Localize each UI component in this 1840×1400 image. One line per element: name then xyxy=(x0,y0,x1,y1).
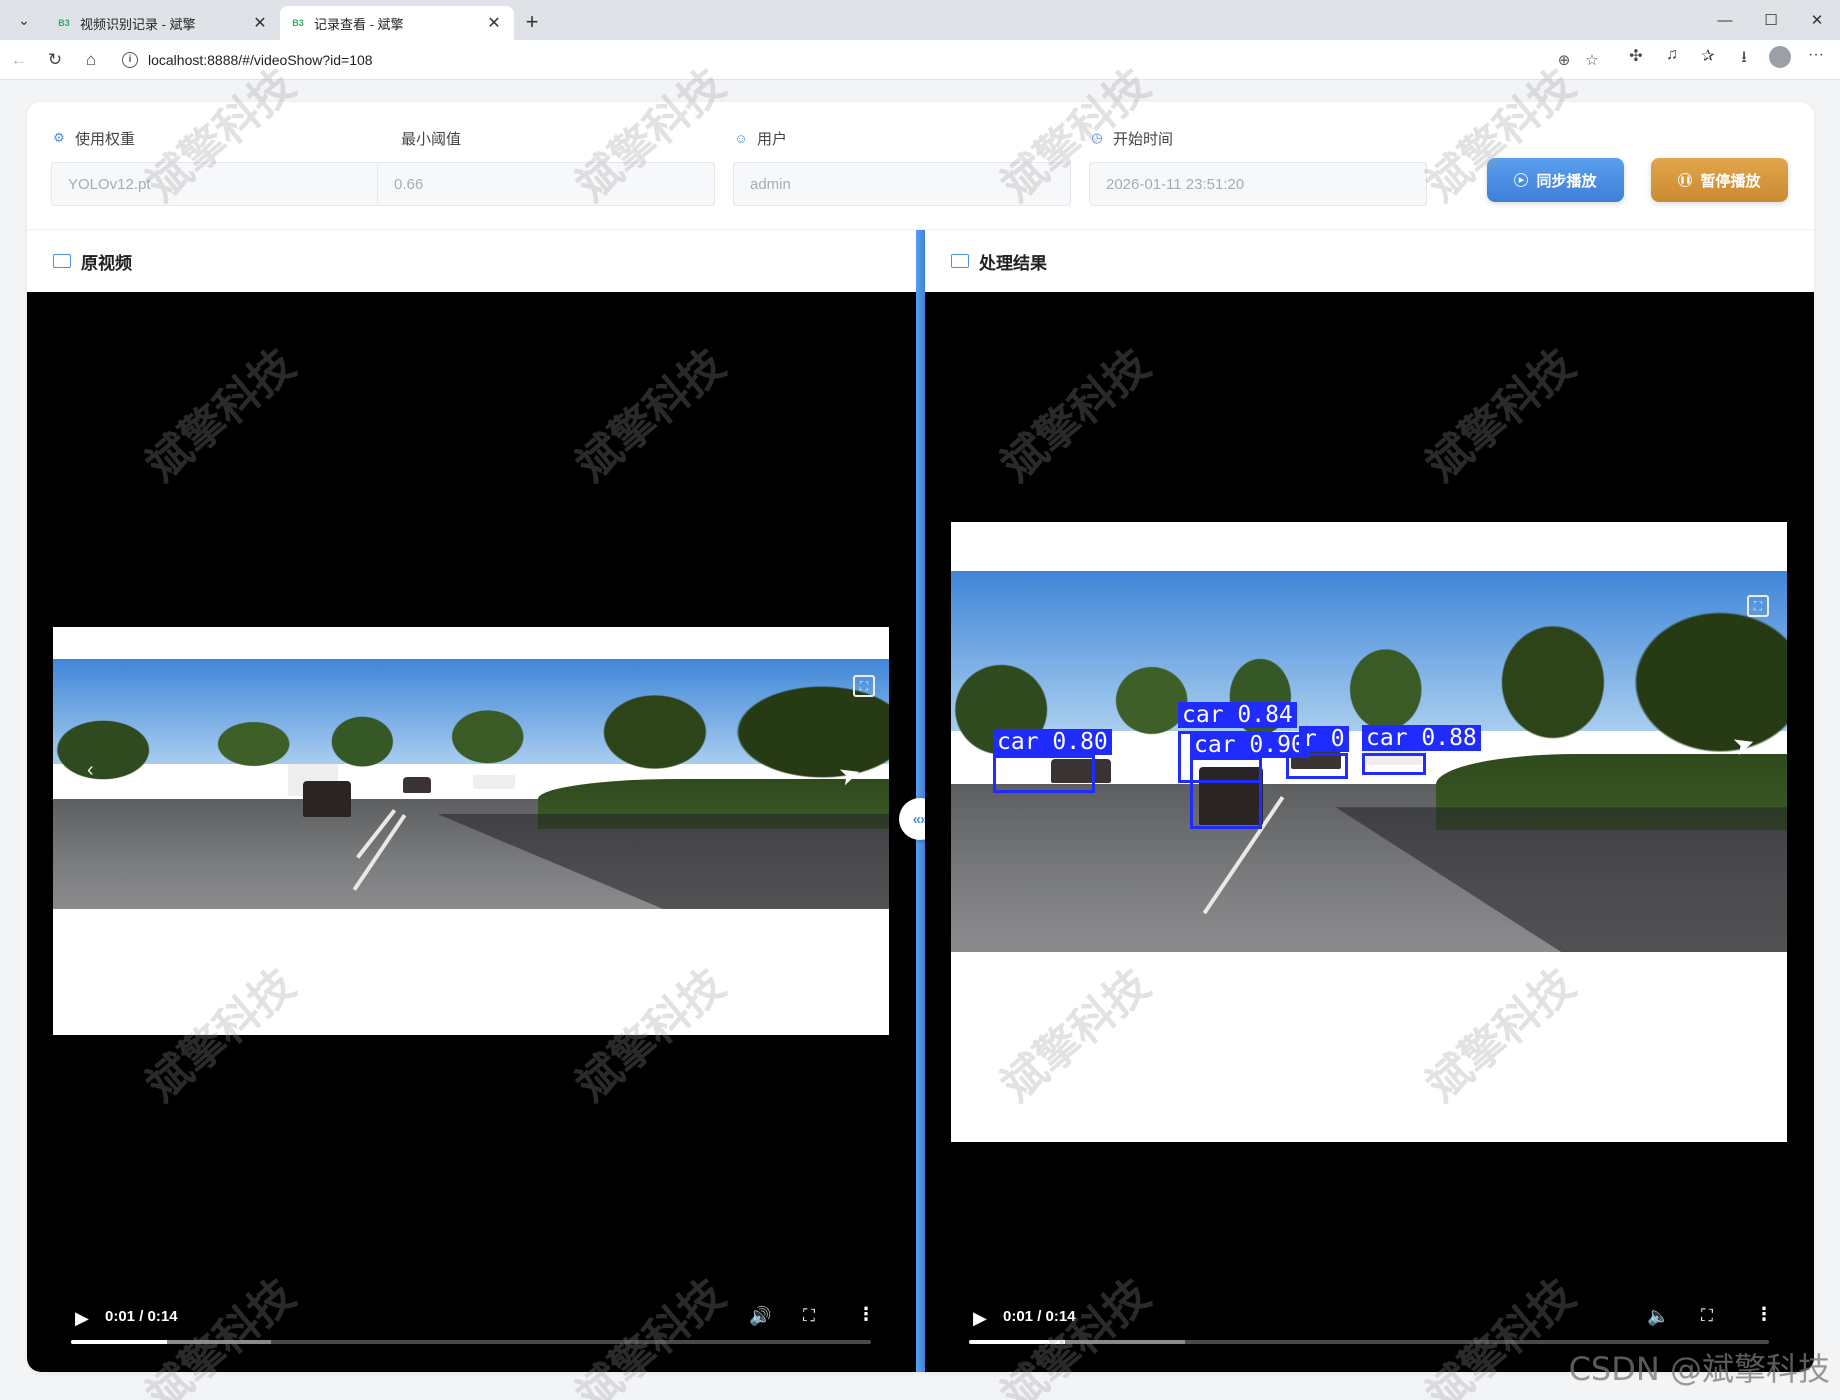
extensions-puzzle-icon[interactable]: ✣ xyxy=(1618,46,1654,73)
volume-muted-icon[interactable]: 🔈 xyxy=(1647,1306,1669,1327)
bbox-label-car-2: car 0.84 xyxy=(1178,702,1297,728)
chevron-left-icon[interactable]: ‹ xyxy=(87,759,94,782)
weight-input[interactable]: YOLOv12.pt xyxy=(51,162,389,206)
site-favicon-icon: B3 xyxy=(292,18,304,28)
original-video-header: 原视频 xyxy=(27,230,916,292)
downloads-icon[interactable]: ⭳ xyxy=(1726,46,1762,73)
video-progress-bar[interactable] xyxy=(71,1340,871,1344)
clock-icon: ◷ xyxy=(1091,130,1103,145)
pause-play-button[interactable]: ❚❚ 暂停播放 xyxy=(1651,158,1788,202)
monitor-icon xyxy=(951,254,969,268)
tab-close-icon[interactable]: ✕ xyxy=(484,13,504,33)
original-video-title: 原视频 xyxy=(81,253,132,273)
threshold-icon xyxy=(377,130,393,146)
record-view-card: ⚙ 使用权重 YOLOv12.pt 最小阈值 0.66 ☺ 用户 admin ◷ 开始… xyxy=(27,102,1814,1372)
tab-close-icon[interactable]: ✕ xyxy=(250,13,270,33)
start-time-label: 开始时间 xyxy=(1113,130,1174,148)
site-info-icon[interactable]: i xyxy=(122,51,138,68)
csdn-watermark: CSDN @斌擎科技 xyxy=(1568,1350,1830,1388)
tab-title: 记录查看 - 斌擎 xyxy=(314,16,404,32)
original-video-player[interactable]: ⛶ ➤ ‹ ▶ 0:01 / 0:14 🔊 ⛶ ⋮ xyxy=(27,292,916,1372)
bbox-car-1 xyxy=(993,755,1095,793)
sync-play-label: 同步播放 xyxy=(1536,172,1597,190)
video-time: 0:01 / 0:14 xyxy=(105,1308,178,1325)
url-text: localhost:8888/#/videoShow?id=108 xyxy=(148,51,373,68)
threshold-label: 最小阈值 xyxy=(401,130,462,148)
original-video-frame: ⛶ ➤ ‹ xyxy=(53,627,889,1035)
tab-list-chevron-icon[interactable]: ⌄ xyxy=(6,4,42,36)
record-info-form: ⚙ 使用权重 YOLOv12.pt 最小阈值 0.66 ☺ 用户 admin ◷ 开始… xyxy=(27,102,1814,230)
video-camera-icon xyxy=(53,254,71,268)
user-input[interactable]: admin xyxy=(733,162,1071,206)
frame-fullscreen-icon[interactable]: ⛶ xyxy=(1747,595,1769,617)
fullscreen-icon[interactable]: ⛶ xyxy=(803,1306,815,1326)
bbox-car-5 xyxy=(1362,753,1426,775)
sync-play-button[interactable]: ▶ 同步播放 xyxy=(1487,158,1624,202)
address-bar[interactable]: i localhost:8888/#/videoShow?id=108 ⊕ ☆ xyxy=(114,44,1614,75)
street-scene-image: ⛶ ➤ ‹ xyxy=(53,659,889,909)
bbox-label-car-5: car 0.88 xyxy=(1362,725,1481,751)
bbox-car-3 xyxy=(1190,757,1262,829)
bbox-car-4 xyxy=(1286,753,1348,779)
threshold-field: 最小阈值 0.66 xyxy=(377,126,715,206)
frame-fullscreen-icon[interactable]: ⛶ xyxy=(853,675,875,697)
play-icon[interactable]: ▶ xyxy=(973,1308,987,1329)
page: ⚙ 使用权重 YOLOv12.pt 最小阈值 0.66 ☺ 用户 admin ◷ 开始… xyxy=(0,59,1840,1400)
back-arrow-icon[interactable]: ← xyxy=(2,44,36,76)
result-video-title: 处理结果 xyxy=(979,253,1047,273)
bbox-label-car-1: car 0.80 xyxy=(993,729,1112,755)
browser-tab-bar: ⌄ B3 视频识别记录 - 斌擎 ✕ B3 记录查看 - 斌擎 ✕ + — ☐ … xyxy=(0,0,1840,40)
window-controls: — ☐ ✕ xyxy=(1702,0,1840,40)
play-circle-icon: ▶ xyxy=(1514,173,1529,187)
media-icon[interactable]: ♫ xyxy=(1654,46,1690,73)
result-video-panel: 处理结果 ⛶ ➤ car 0.80 car 0.84 car 0.90 r 0 … xyxy=(925,230,1814,1372)
play-icon[interactable]: ▶ xyxy=(75,1308,89,1329)
zoom-icon[interactable]: ⊕ xyxy=(1550,51,1578,69)
result-video-header: 处理结果 xyxy=(925,230,1814,292)
user-label: 用户 xyxy=(757,130,788,148)
maximize-icon[interactable]: ☐ xyxy=(1748,0,1794,40)
new-tab-plus-icon[interactable]: + xyxy=(514,6,550,38)
volume-icon[interactable]: 🔊 xyxy=(749,1306,771,1327)
weight-label: 使用权重 xyxy=(75,130,136,148)
result-video-frame: ⛶ ➤ car 0.80 car 0.84 car 0.90 r 0 car 0… xyxy=(951,522,1787,1142)
favorites-list-icon[interactable]: ✰ xyxy=(1690,46,1726,73)
more-options-icon[interactable]: ⋮ xyxy=(1755,1304,1773,1325)
user-icon: ☺ xyxy=(734,130,748,146)
bbox-label-car-4: r 0 xyxy=(1299,726,1349,752)
home-icon[interactable]: ⌂ xyxy=(74,44,108,76)
tab-title: 视频识别记录 - 斌擎 xyxy=(80,16,196,32)
original-video-controls: ▶ 0:01 / 0:14 🔊 ⛶ ⋮ xyxy=(27,1304,916,1364)
more-options-icon[interactable]: ⋮ xyxy=(857,1304,875,1325)
close-window-icon[interactable]: ✕ xyxy=(1794,0,1840,40)
fullscreen-icon[interactable]: ⛶ xyxy=(1701,1306,1713,1326)
detected-street-scene-image: ⛶ ➤ car 0.80 car 0.84 car 0.90 r 0 car 0… xyxy=(951,571,1787,952)
start-time-field: ◷ 开始时间 2026-01-11 23:51:20 xyxy=(1089,126,1427,206)
browser-toolbar: ← ↻ ⌂ i localhost:8888/#/videoShow?id=10… xyxy=(0,40,1840,80)
tab-video-records[interactable]: B3 视频识别记录 - 斌擎 ✕ xyxy=(46,6,280,40)
start-time-input[interactable]: 2026-01-11 23:51:20 xyxy=(1089,162,1427,206)
weight-field: ⚙ 使用权重 YOLOv12.pt xyxy=(51,126,389,206)
threshold-input[interactable]: 0.66 xyxy=(377,162,715,206)
site-favicon-icon: B3 xyxy=(58,18,70,28)
pause-circle-icon: ❚❚ xyxy=(1678,173,1693,187)
favorite-star-icon[interactable]: ☆ xyxy=(1578,51,1606,69)
pause-play-label: 暂停播放 xyxy=(1700,172,1761,190)
profile-avatar-icon[interactable] xyxy=(1762,46,1798,73)
video-time: 0:01 / 0:14 xyxy=(1003,1308,1076,1325)
tab-record-view[interactable]: B3 记录查看 - 斌擎 ✕ xyxy=(280,6,514,40)
more-menu-icon[interactable]: ··· xyxy=(1798,46,1834,73)
chip-icon: ⚙ xyxy=(53,130,65,145)
minimize-icon[interactable]: — xyxy=(1702,0,1748,40)
original-video-panel: 原视频 ⛶ ➤ ‹ ▶ 0:01 / 0:14 🔊 ⛶ ⋮ xyxy=(27,230,916,1372)
reload-icon[interactable]: ↻ xyxy=(38,44,72,76)
result-video-player[interactable]: ⛶ ➤ car 0.80 car 0.84 car 0.90 r 0 car 0… xyxy=(925,292,1814,1372)
user-field: ☺ 用户 admin xyxy=(733,126,1071,206)
